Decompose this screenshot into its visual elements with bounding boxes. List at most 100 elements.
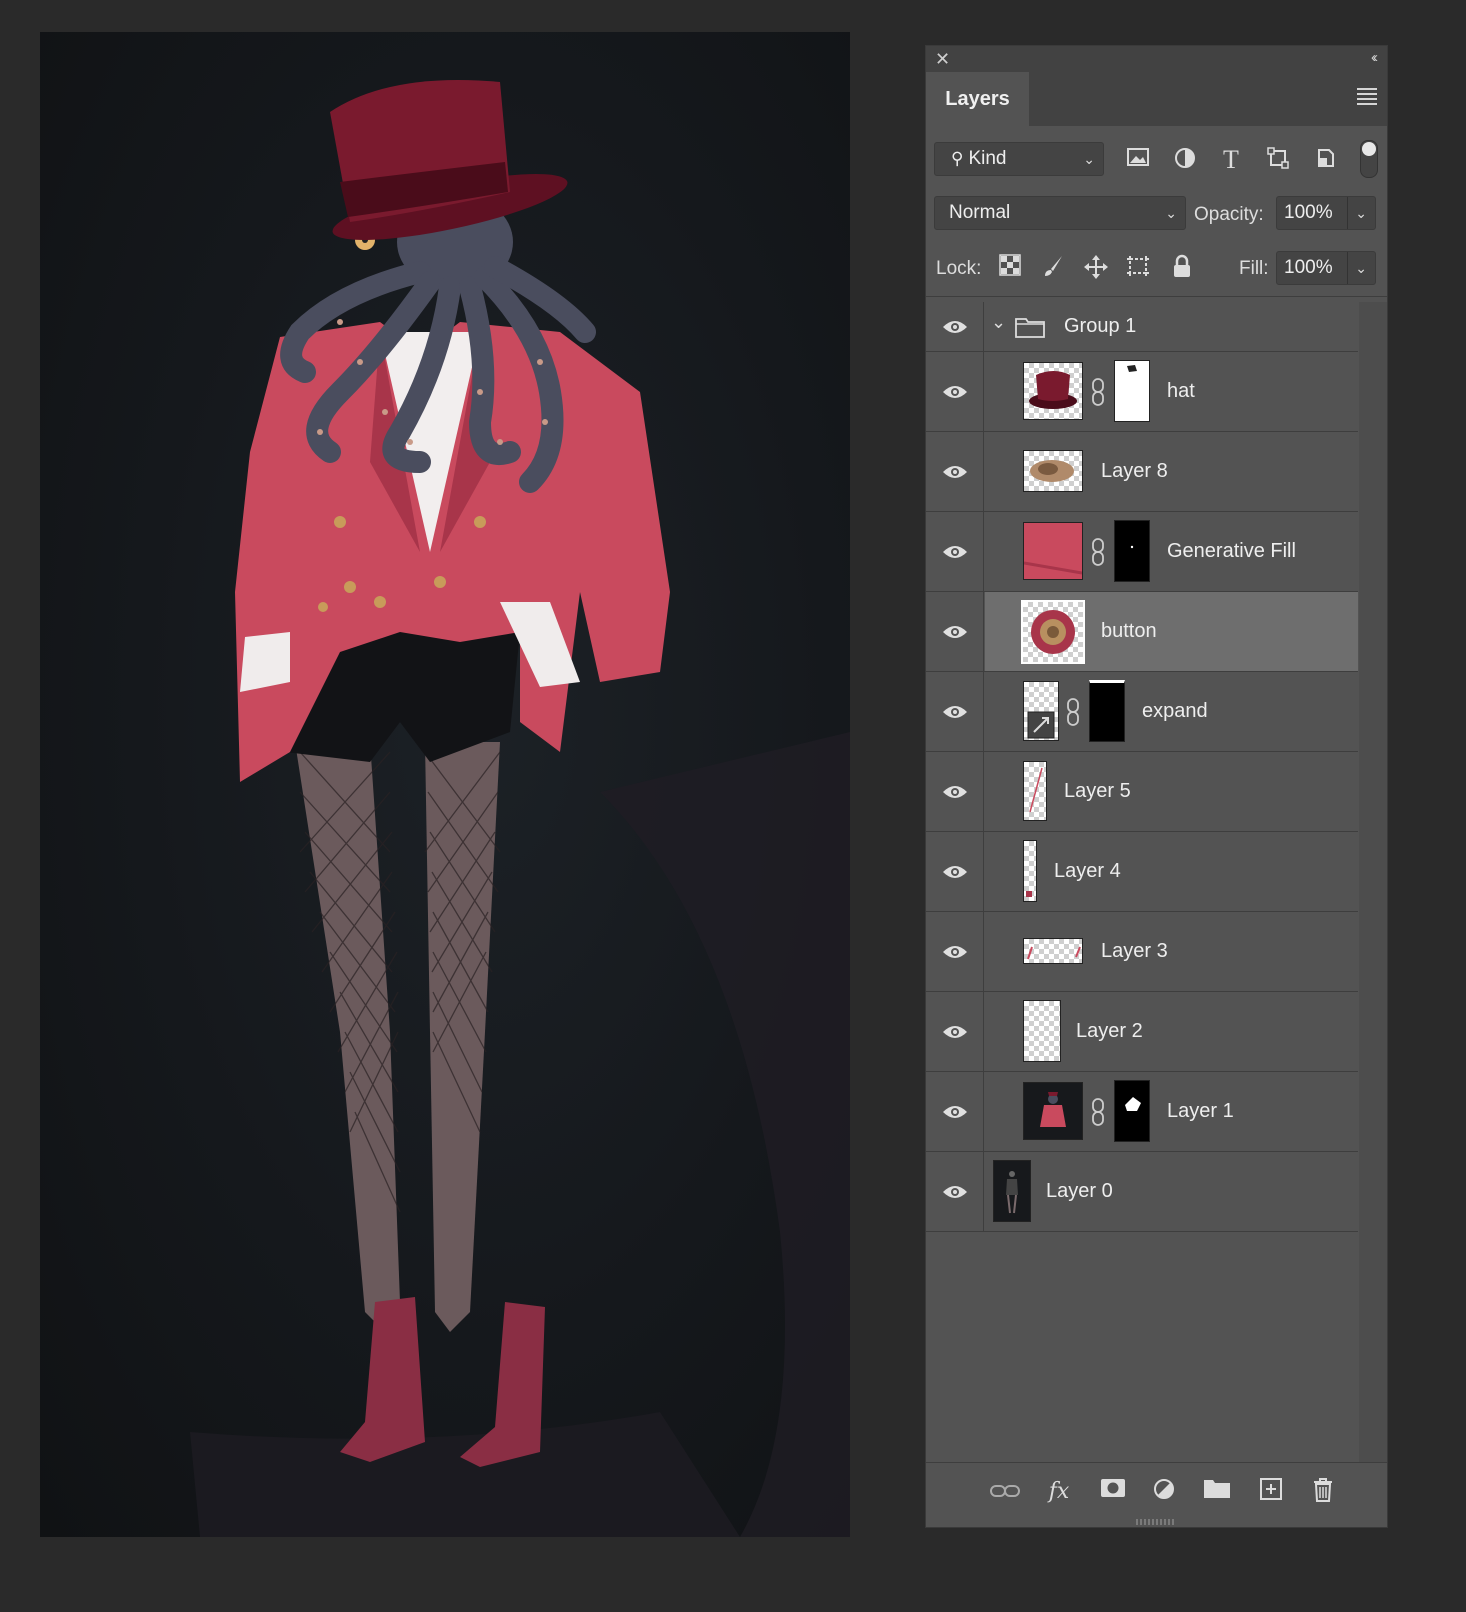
layer-row-layer-4[interactable]: Layer 4: [926, 832, 1358, 912]
filter-pixel-layer-icon[interactable]: [1124, 146, 1152, 174]
visibility-eye-icon[interactable]: [942, 319, 968, 335]
layer-name: Layer 4: [1054, 860, 1121, 882]
panel-tab-bar: Layers: [926, 72, 1387, 126]
blend-row: Normal ⌄ Opacity: 100% ⌄: [926, 188, 1387, 242]
fill-label: Fill:: [1239, 258, 1269, 279]
visibility-eye-icon[interactable]: [942, 1024, 968, 1040]
layer-mask-thumbnail[interactable]: [1114, 1080, 1150, 1142]
add-mask-icon[interactable]: [1098, 1477, 1128, 1507]
chevron-down-icon[interactable]: ⌄: [991, 312, 1006, 333]
layer-content: Generative Fill: [985, 512, 1358, 591]
layers-scrollbar[interactable]: [1359, 302, 1387, 1462]
panel-resize-grip[interactable]: [1136, 1519, 1176, 1525]
lock-position-icon[interactable]: [1082, 254, 1110, 282]
visibility-cell: [926, 432, 984, 511]
layer-content: button: [985, 592, 1358, 671]
layer-mask-thumbnail[interactable]: [1114, 520, 1150, 582]
layer-name: Layer 8: [1101, 460, 1168, 482]
delete-layer-trash-icon[interactable]: [1308, 1477, 1338, 1507]
opacity-divider: [1347, 197, 1348, 229]
collapse-panel-icon[interactable]: ‹‹: [1371, 49, 1378, 66]
filter-toggle-switch[interactable]: [1360, 140, 1378, 178]
visibility-eye-icon[interactable]: [942, 1104, 968, 1120]
lock-all-icon[interactable]: [1168, 254, 1196, 282]
link-chain-icon[interactable]: [1091, 378, 1105, 406]
visibility-cell: [926, 592, 984, 671]
filter-shape-layer-icon[interactable]: [1264, 146, 1292, 174]
visibility-cell: [926, 912, 984, 991]
link-chain-icon[interactable]: [1066, 698, 1080, 726]
filter-kind-dropdown[interactable]: ⚲ Kind ⌄: [934, 142, 1104, 176]
visibility-cell: [926, 672, 984, 751]
layer-name: Layer 1: [1167, 1100, 1234, 1122]
layer-name: expand: [1142, 700, 1208, 722]
link-chain-icon[interactable]: [1091, 538, 1105, 566]
link-layers-icon[interactable]: [990, 1477, 1020, 1507]
visibility-cell: [926, 512, 984, 591]
panel-title-bar: ✕ ‹‹: [926, 46, 1387, 72]
layer-name: hat: [1167, 380, 1195, 402]
layers-panel: ✕ ‹‹ Layers ⚲ Kind ⌄ T Normal ⌄ Opacity:…: [925, 45, 1388, 1528]
layer-row-layer-5[interactable]: Layer 5: [926, 752, 1358, 832]
fill-divider: [1347, 252, 1348, 284]
add-layer-style-fx-icon[interactable]: fx: [1044, 1477, 1074, 1507]
opacity-field[interactable]: 100% ⌄: [1276, 196, 1376, 230]
layer-row-layer-2[interactable]: Layer 2: [926, 992, 1358, 1072]
lock-image-pixels-icon[interactable]: [1040, 254, 1068, 282]
visibility-eye-icon[interactable]: [942, 544, 968, 560]
layer-row-button[interactable]: button: [926, 592, 1358, 672]
link-chain-icon[interactable]: [1091, 1098, 1105, 1126]
close-icon[interactable]: ✕: [935, 49, 950, 70]
new-adjustment-layer-icon[interactable]: [1150, 1477, 1180, 1507]
filter-adjustment-layer-icon[interactable]: [1171, 146, 1199, 174]
layer-mask-thumbnail[interactable]: [1114, 360, 1150, 422]
search-icon: ⚲: [951, 149, 964, 168]
visibility-eye-icon[interactable]: [942, 864, 968, 880]
layer-row-generative-fill[interactable]: Generative Fill: [926, 512, 1358, 592]
layer-content: Layer 5: [985, 752, 1358, 831]
layer-row-layer-1[interactable]: Layer 1: [926, 1072, 1358, 1152]
layer-content: Layer 8: [985, 432, 1358, 511]
lock-artboard-icon[interactable]: [1124, 254, 1152, 282]
tab-layers[interactable]: Layers: [926, 72, 1029, 126]
chevron-down-icon[interactable]: ⌄: [1355, 205, 1367, 222]
layer-row-hat[interactable]: hat: [926, 352, 1358, 432]
chevron-down-icon[interactable]: ⌄: [1355, 260, 1367, 277]
layer-row-expand[interactable]: expand: [926, 672, 1358, 752]
smart-object-badge-icon: [1027, 711, 1055, 739]
layer-row-layer-0[interactable]: Layer 0: [926, 1152, 1358, 1232]
filter-smart-object-icon[interactable]: [1312, 146, 1340, 174]
blend-mode-dropdown[interactable]: Normal ⌄: [934, 196, 1186, 230]
layer-name: Layer 5: [1064, 780, 1131, 802]
new-group-folder-icon[interactable]: [1202, 1477, 1232, 1507]
visibility-eye-icon[interactable]: [942, 384, 968, 400]
layer-row-layer-3[interactable]: Layer 3: [926, 912, 1358, 992]
layer-content: hat: [985, 352, 1358, 431]
visibility-eye-icon[interactable]: [942, 784, 968, 800]
layer-name: Generative Fill: [1167, 540, 1296, 562]
visibility-cell: [926, 752, 984, 831]
blend-mode-value: Normal: [949, 202, 1011, 223]
layer-thumbnail: [1023, 1082, 1083, 1140]
layer-name: button: [1101, 620, 1157, 642]
visibility-eye-icon[interactable]: [942, 624, 968, 640]
layers-list: ⌄ Group 1 hat Layer 8 Generative Fill bu…: [926, 302, 1358, 1232]
filter-type-layer-icon[interactable]: T: [1217, 146, 1245, 174]
lock-transparent-pixels-icon[interactable]: [996, 254, 1024, 282]
panel-menu-icon[interactable]: [1357, 88, 1377, 108]
layer-name: Layer 3: [1101, 940, 1168, 962]
layer-row-group-1[interactable]: ⌄ Group 1: [926, 302, 1358, 352]
layer-row-layer-8[interactable]: Layer 8: [926, 432, 1358, 512]
document-canvas[interactable]: [40, 32, 850, 1537]
visibility-cell: [926, 1072, 984, 1151]
layer-mask-thumbnail[interactable]: [1089, 680, 1125, 742]
opacity-value: 100%: [1284, 202, 1333, 223]
layer-content: Layer 1: [985, 1072, 1358, 1151]
visibility-eye-icon[interactable]: [942, 704, 968, 720]
new-layer-icon[interactable]: [1256, 1477, 1286, 1507]
visibility-eye-icon[interactable]: [942, 1184, 968, 1200]
visibility-eye-icon[interactable]: [942, 464, 968, 480]
fill-field[interactable]: 100% ⌄: [1276, 251, 1376, 285]
layer-content: Layer 0: [985, 1152, 1358, 1231]
visibility-eye-icon[interactable]: [942, 944, 968, 960]
